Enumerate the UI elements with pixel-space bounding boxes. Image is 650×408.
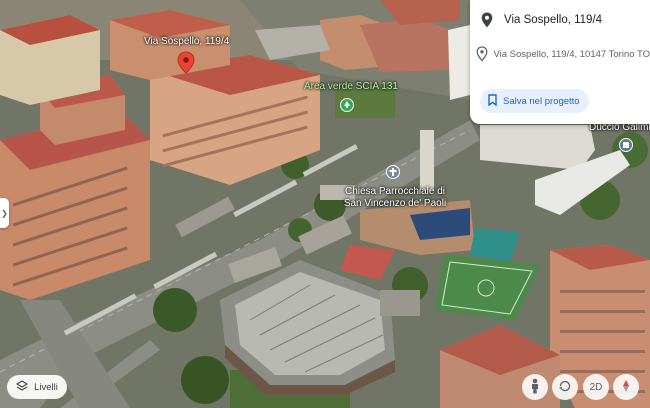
toggle-2d-label: 2D	[589, 381, 603, 393]
place-info-card: Via Sospello, 119/4 Via Sospello, 119/4,…	[470, 0, 650, 124]
layers-label: Livelli	[34, 381, 58, 393]
save-to-project-button[interactable]: Salva nel progetto	[480, 89, 589, 113]
address-map-label[interactable]: Via Sospello, 119/4	[144, 36, 229, 48]
compass-icon	[620, 379, 632, 396]
toggle-2d-button[interactable]: 2D	[583, 374, 609, 400]
pegman-button[interactable]	[522, 374, 548, 400]
park-pin-icon[interactable]	[340, 98, 354, 112]
chevron-right-icon: ❯	[1, 208, 8, 218]
rotate-view-button[interactable]	[552, 374, 578, 400]
church-map-label[interactable]: Chiesa Parrocchiale di San Vincenzo de' …	[340, 186, 450, 210]
compass-button[interactable]	[613, 374, 639, 400]
map-pin-outline-icon	[470, 46, 493, 62]
church-pin-icon[interactable]	[386, 165, 400, 179]
layers-button[interactable]: Livelli	[7, 375, 67, 399]
layers-icon	[16, 379, 29, 395]
expand-panel-tab[interactable]: ❯	[0, 198, 9, 228]
park-map-label[interactable]: Area verde SCIA 131	[304, 81, 398, 93]
place-title: Via Sospello, 119/4	[504, 14, 603, 26]
rotate-icon	[558, 379, 572, 396]
location-pin-icon	[470, 12, 504, 28]
save-button-label: Salva nel progetto	[503, 95, 580, 107]
business-pin-icon[interactable]	[619, 138, 633, 152]
place-address: Via Sospello, 119/4, 10147 Torino TO	[493, 48, 650, 60]
pegman-icon	[530, 378, 540, 397]
bookmark-icon	[488, 93, 497, 109]
